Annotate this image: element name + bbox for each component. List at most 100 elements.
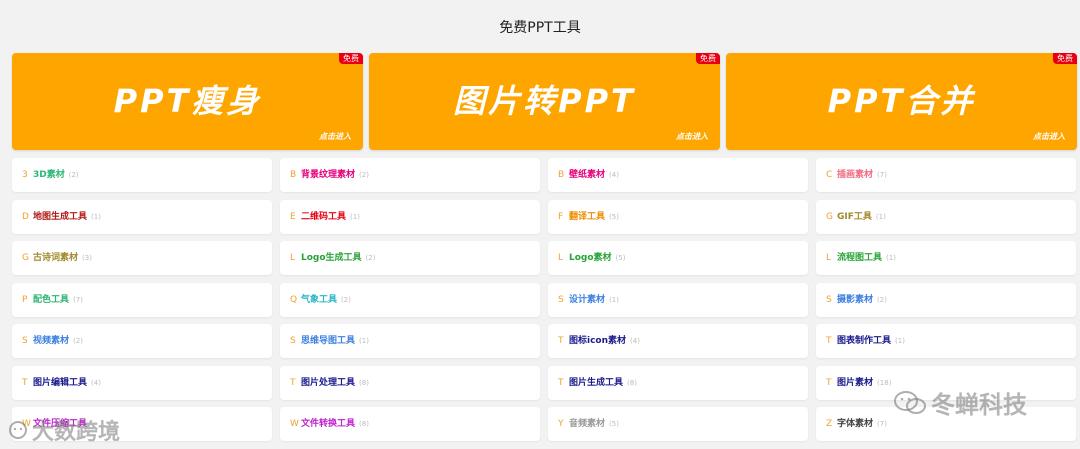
tool-name[interactable]: GIF工具 (1) [837,200,886,234]
tool-index-letter: G [22,253,29,263]
tool-label: 3D素材 [33,170,65,180]
tool-index-letter: T [826,377,832,388]
tool-card[interactable]: B 壁纸素材 (4) [548,158,808,192]
tool-card[interactable]: P 配色工具 (7) [12,282,272,317]
tool-card[interactable]: D 地图生成工具 (1) [12,199,272,234]
tool-count: (1) [875,212,886,221]
tool-name[interactable]: 地图生成工具 (1) [33,200,101,234]
enter-link[interactable]: 点击进入 [676,131,708,142]
tool-name[interactable]: 音频素材 (5) [569,407,619,441]
tool-card[interactable]: T 图片素材 (18) [816,365,1076,400]
tool-name[interactable]: 二维码工具 (1) [301,200,360,234]
tool-label: 图片素材 [837,377,874,388]
tool-card[interactable]: W 文件压缩工具 [12,407,272,441]
tool-index-letter: E [290,211,296,222]
tool-index-letter: S [826,294,832,305]
enter-link[interactable]: 点击进入 [319,131,351,142]
banner-ppt-merge[interactable]: 免费 PPT合并 点击进入 [726,53,1077,150]
tool-index-letter: Z [826,419,833,429]
tool-count: (5) [609,420,619,428]
tool-count: (5) [615,254,626,262]
tool-name[interactable]: 图片素材 (18) [837,366,891,400]
tool-card[interactable]: T 图片生成工具 (8) [548,365,808,400]
tool-card[interactable]: F 翻译工具 (5) [548,199,808,234]
tool-name[interactable]: 翻译工具 (5) [569,200,619,234]
tool-card[interactable]: T 图标icon素材 (4) [548,324,808,358]
tool-card[interactable]: S 设计素材 (1) [548,282,808,317]
tool-count: (2) [341,295,351,304]
tool-card[interactable]: Y 音频素材 (5) [548,407,808,441]
tool-label: 图片生成工具 [569,377,624,388]
tool-name[interactable]: 配色工具 (7) [33,283,83,317]
tool-card[interactable]: T 图片处理工具 (8) [280,365,540,400]
tool-name[interactable]: 壁纸素材 (4) [569,158,619,192]
tool-card[interactable]: E 二维码工具 (1) [280,199,540,234]
banner-image-to-ppt[interactable]: 免费 图片转PPT 点击进入 [369,53,720,150]
tool-count: (2) [365,254,376,262]
tool-card[interactable]: W 文件转换工具 (8) [280,407,540,441]
tool-label: 二维码工具 [301,211,347,222]
tool-card[interactable]: S 思维导图工具 (1) [280,324,540,358]
tool-label: 配色工具 [33,294,70,305]
tool-name[interactable]: 3D素材 (2) [33,158,79,192]
tool-index-letter: P [22,294,28,305]
tool-count: (4) [609,171,619,179]
tool-count: (1) [895,337,905,345]
tool-card[interactable]: B 背景纹理素材 (2) [280,158,540,192]
tool-card[interactable]: Z 字体素材 (7) [816,407,1076,441]
tool-name[interactable]: 背景纹理素材 (2) [301,158,369,192]
tool-name[interactable]: 字体素材 (7) [837,407,887,441]
tool-card[interactable]: Q 气象工具 (2) [280,282,540,317]
tool-label: 插画素材 [837,170,874,180]
banner-ppt-slim[interactable]: 免费 PPT瘦身 点击进入 [12,53,363,150]
tool-count: (2) [68,171,79,179]
tool-count: (7) [877,171,887,179]
tool-name[interactable]: 设计素材 (1) [569,283,619,317]
tool-label: 壁纸素材 [569,170,606,180]
tool-name[interactable]: 图片处理工具 (8) [301,366,369,400]
tool-index-letter: C [826,170,833,180]
tool-count: (3) [82,254,92,262]
tool-name[interactable]: 气象工具 (2) [301,283,351,317]
tool-label: Logo生成工具 [301,253,362,263]
tool-card[interactable]: 3 3D素材 (2) [12,158,272,192]
banner-title: 图片转PPT [453,82,636,120]
tool-name[interactable]: 插画素材 (7) [837,158,887,192]
tool-label: 音频素材 [569,419,606,429]
tool-label: 气象工具 [301,294,338,305]
tool-index-letter: T [558,336,564,346]
tool-card[interactable]: S 摄影素材 (2) [816,282,1076,317]
tool-card[interactable]: G GIF工具 (1) [816,199,1076,234]
tool-label: GIF工具 [837,211,872,222]
tool-label: 思维导图工具 [301,336,356,346]
tool-name[interactable]: 图标icon素材 (4) [569,324,640,358]
banner-title: PPT瘦身 [113,82,262,120]
tool-card[interactable]: L 流程图工具 (1) [816,241,1076,275]
tool-card[interactable]: T 图片编辑工具 (4) [12,365,272,400]
tool-card[interactable]: L Logo生成工具 (2) [280,241,540,275]
tool-name[interactable]: 视频素材 (2) [33,324,83,358]
tool-count: (1) [359,337,369,345]
tool-name[interactable]: 文件转换工具 (8) [301,407,369,441]
tool-card[interactable]: T 图表制作工具 (1) [816,324,1076,358]
tool-count: (2) [359,171,369,179]
tool-card[interactable]: C 插画素材 (7) [816,158,1076,192]
tool-card[interactable]: L Logo素材 (5) [548,241,808,275]
tool-name[interactable]: 流程图工具 (1) [837,241,896,275]
tool-name[interactable]: 思维导图工具 (1) [301,324,369,358]
tool-name[interactable]: 古诗词素材 (3) [33,241,92,275]
tool-card[interactable]: G 古诗词素材 (3) [12,241,272,275]
enter-link[interactable]: 点击进入 [1033,131,1065,142]
tool-name[interactable]: 摄影素材 (2) [837,283,887,317]
tool-label: Logo素材 [569,253,612,263]
tool-card[interactable]: S 视频素材 (2) [12,324,272,358]
tool-name[interactable]: 图表制作工具 (1) [837,324,905,358]
tool-label: 背景纹理素材 [301,170,356,180]
tool-name[interactable]: Logo素材 (5) [569,241,625,275]
tool-name[interactable]: 文件压缩工具 [33,407,91,441]
tool-name[interactable]: 图片生成工具 (8) [569,366,637,400]
tool-label: 设计素材 [569,294,606,305]
tool-name[interactable]: Logo生成工具 (2) [301,241,375,275]
tool-name[interactable]: 图片编辑工具 (4) [33,366,101,400]
tool-index-letter: T [22,377,28,388]
